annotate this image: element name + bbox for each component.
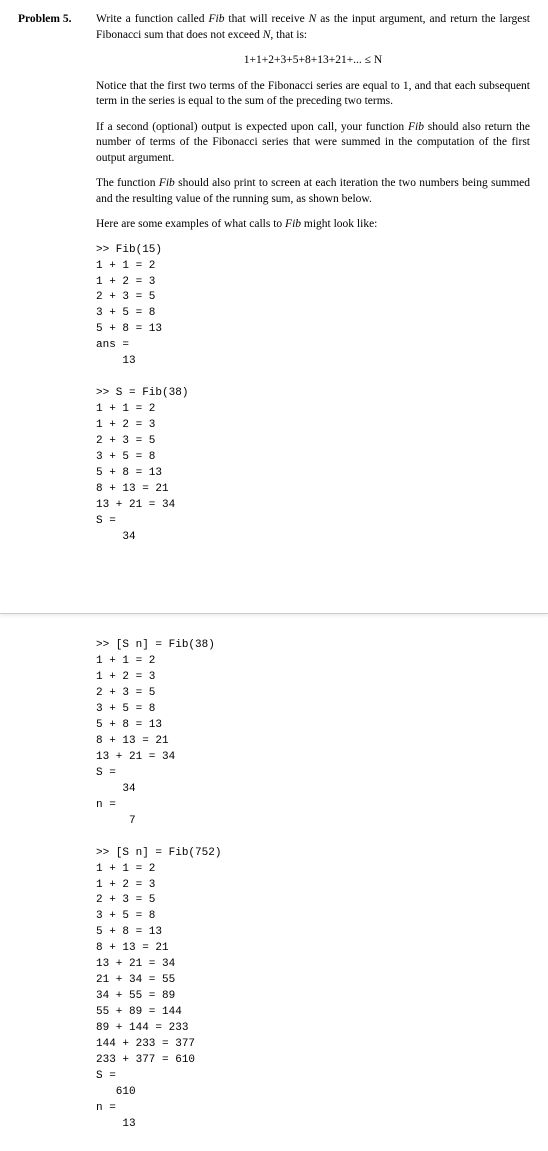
paragraph-intro: Write a function called Fib that will re… bbox=[96, 12, 530, 43]
formula: 1+1+2+3+5+8+13+21+... ≤ N bbox=[96, 53, 530, 69]
code-block-1: >> Fib(15) 1 + 1 = 2 1 + 2 = 3 2 + 3 = 5… bbox=[96, 243, 530, 546]
paragraph-4: The function Fib should also print to sc… bbox=[96, 176, 530, 207]
paragraph-5: Here are some examples of what calls to … bbox=[96, 217, 530, 233]
page-break bbox=[0, 563, 548, 614]
paragraph-3: If a second (optional) output is expecte… bbox=[96, 120, 530, 167]
paragraph-2: Notice that the first two terms of the F… bbox=[96, 79, 530, 110]
code-block-2: >> [S n] = Fib(38) 1 + 1 = 2 1 + 2 = 3 2… bbox=[96, 638, 530, 1132]
problem-label: Problem 5. bbox=[18, 12, 96, 28]
problem-content: Write a function called Fib that will re… bbox=[96, 12, 530, 551]
